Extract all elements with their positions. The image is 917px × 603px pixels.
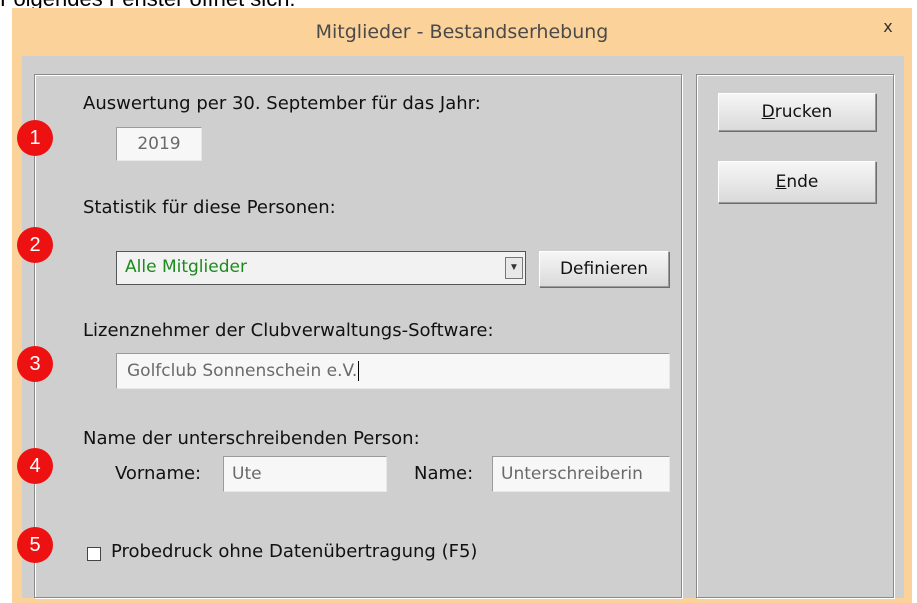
licensee-field-value: Golfclub Sonnenschein e.V. [127,361,358,381]
end-button-label: Ende [775,172,819,192]
step-badge-5: 5 [17,527,53,563]
dialog-window: Mitglieder - Bestandserhebung x Auswertu… [12,8,912,603]
persons-dropdown-value: Alle Mitglieder [125,257,247,277]
persons-dropdown[interactable]: Alle Mitglieder ▼ [116,251,526,285]
step-badge-2: 2 [17,227,53,263]
step-badge-4: 4 [17,448,53,484]
window-title: Mitglieder - Bestandserhebung [315,21,609,43]
define-button-label: Definieren [559,259,649,279]
test-print-label[interactable]: Probedruck ohne Datenübertragung (F5) [111,541,477,562]
define-button[interactable]: Definieren [539,251,669,287]
title-bar[interactable]: Mitglieder - Bestandserhebung x [12,8,912,54]
licensee-field[interactable]: Golfclub Sonnenschein e.V. [116,353,670,389]
text-caret [358,361,360,381]
actions-group: Drucken Ende [696,74,894,598]
print-button-label: Drucken [761,102,833,122]
lastname-label: Name: [414,463,474,484]
chevron-down-icon[interactable]: ▼ [505,257,523,279]
dialog-client-area: Auswertung per 30. September für das Jah… [22,56,904,598]
firstname-field[interactable]: Ute [223,456,387,492]
year-field[interactable]: 2019 [116,127,202,161]
end-button[interactable]: Ende [718,161,876,203]
persons-label: Statistik für diese Personen: [83,197,336,218]
print-button[interactable]: Drucken [718,93,876,131]
step-badge-1: 1 [17,120,53,156]
licensee-label: Lizenznehmer der Clubverwaltungs-Softwar… [83,320,494,341]
test-print-checkbox[interactable] [87,547,101,561]
year-label: Auswertung per 30. September für das Jah… [83,93,481,114]
step-badge-3: 3 [17,346,53,382]
lastname-field[interactable]: Unterschreiberin [492,456,670,492]
firstname-label: Vorname: [115,463,202,484]
settings-group: Auswertung per 30. September für das Jah… [34,74,682,598]
close-button[interactable]: x [872,14,904,42]
signer-label: Name der unterschreibenden Person: [83,428,420,449]
